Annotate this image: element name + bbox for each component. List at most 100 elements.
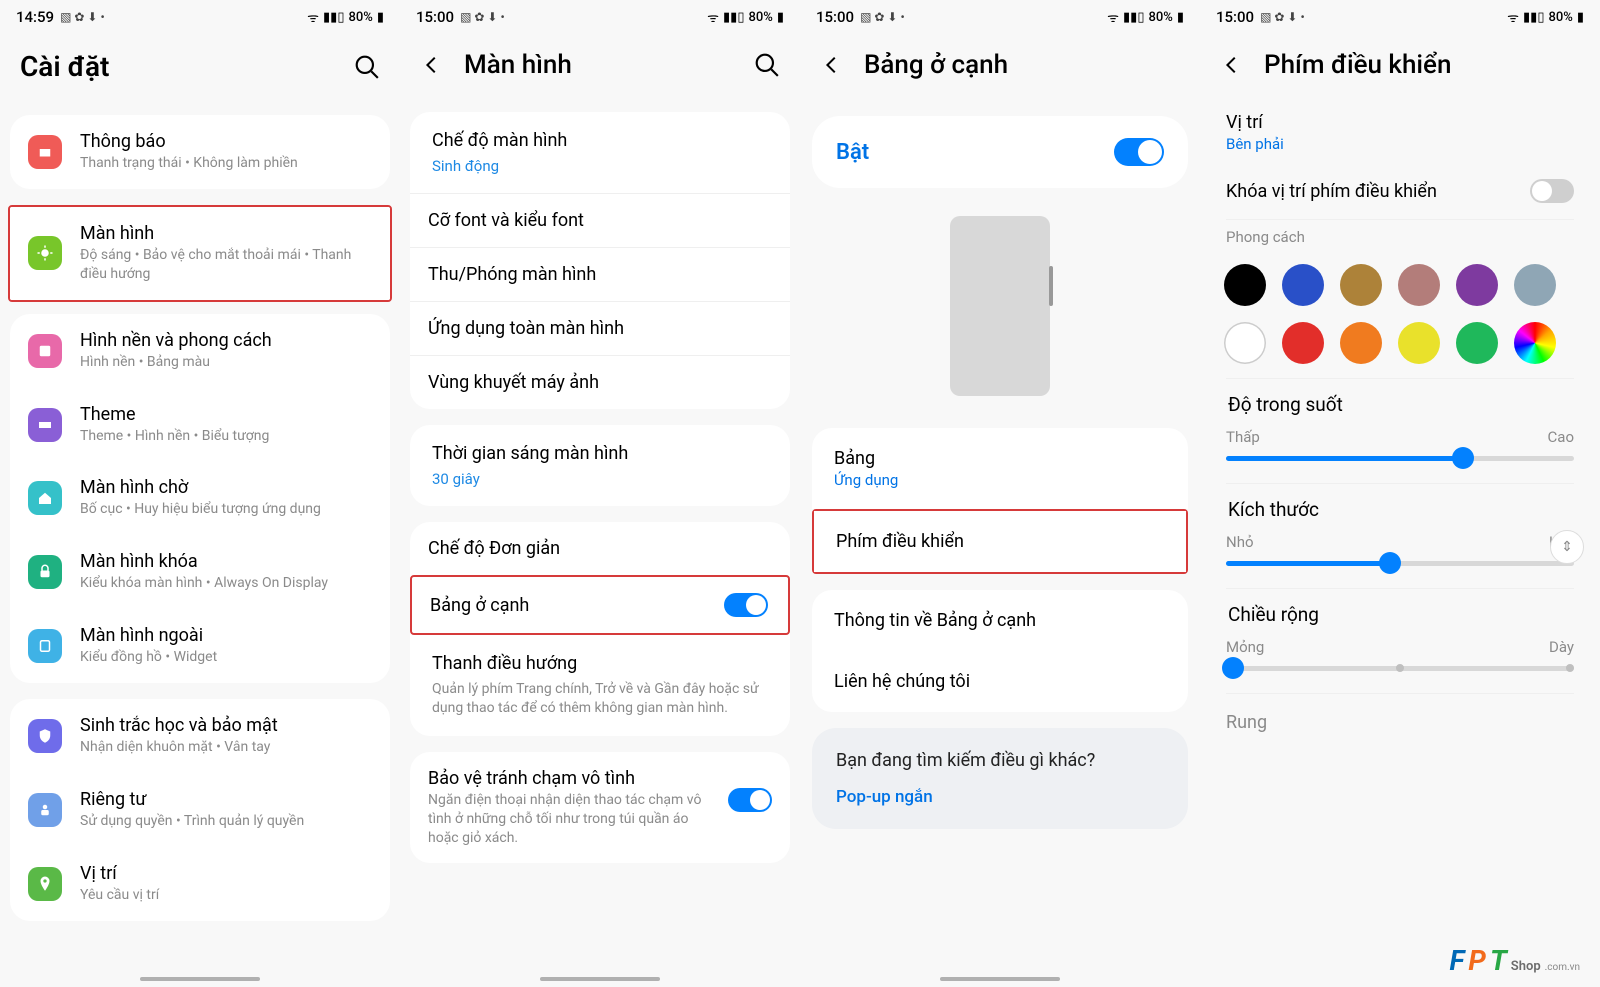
status-time: 15:00 [816, 8, 854, 26]
settings-item-notifications[interactable]: Thông báo Thanh trạng thái • Không làm p… [10, 115, 390, 189]
search-icon[interactable] [354, 54, 380, 80]
display-zoom-row[interactable]: Thu/Phóng màn hình [410, 248, 790, 301]
item-sub: Độ sáng • Bảo vệ cho mắt thoải mái • Tha… [80, 246, 372, 284]
status-icons-left: ▧ ✿ ⬇ • [60, 10, 105, 24]
search-icon[interactable] [754, 52, 780, 78]
item-value: Sinh động [432, 157, 499, 175]
settings-item-theme[interactable]: Theme Theme • Hình nền • Biểu tượng [10, 388, 390, 462]
swatch-rose[interactable] [1398, 264, 1440, 306]
status-icons-left: ▧ ✿ ⬇ • [1260, 10, 1305, 24]
swatch-white[interactable] [1224, 322, 1266, 364]
transparency-slider[interactable] [1226, 456, 1574, 461]
brightness-icon [28, 236, 62, 270]
item-title: Ứng dụng toàn màn hình [428, 318, 624, 339]
item-title: Phím điều khiển [836, 531, 1164, 552]
display-cutout-row[interactable]: Vùng khuyết máy ảnh [410, 356, 790, 409]
privacy-icon [28, 793, 62, 827]
display-fullscreen-row[interactable]: Ứng dụng toàn màn hình [410, 302, 790, 355]
edge-about-row[interactable]: Thông tin về Bảng ở cạnh [812, 590, 1188, 651]
battery-icon: ▮ [1577, 10, 1584, 25]
label-low: Thấp [1226, 428, 1260, 446]
display-font-row[interactable]: Cỡ font và kiểu font [410, 194, 790, 247]
swatch-purple[interactable] [1456, 264, 1498, 306]
item-title: Thanh điều hướng [432, 653, 577, 674]
size-slider[interactable] [1226, 561, 1574, 566]
settings-item-display[interactable]: Màn hình Độ sáng • Bảo vệ cho mắt thoải … [10, 207, 390, 300]
swatch-olive[interactable] [1340, 264, 1382, 306]
item-sub: Theme • Hình nền • Biểu tượng [80, 427, 372, 446]
home-icon [28, 481, 62, 515]
edge-panel-cfg[interactable]: Bảng Ứng dụng [812, 428, 1188, 509]
accidental-toggle[interactable] [728, 788, 772, 812]
suggest-link[interactable]: Pop-up ngắn [836, 787, 1164, 807]
home-indicator[interactable] [540, 977, 660, 981]
color-swatches-row2 [1204, 314, 1596, 372]
item-title: Hình nền và phong cách [80, 330, 372, 351]
edgepanel-toggle[interactable] [724, 593, 768, 617]
status-bar: 15:00 ▧ ✿ ⬇ • ᯤ ▮▮▯ 80% ▮ [800, 0, 1200, 30]
item-title: Bảng [834, 448, 1166, 469]
item-title: Bảo vệ tránh chạm vô tình [428, 768, 710, 789]
handle-lock-toggle[interactable] [1530, 179, 1574, 203]
settings-item-location[interactable]: Vị trí Yêu cầu vị trí [10, 847, 390, 921]
item-value: Ứng dụng [834, 471, 1166, 489]
display-mode-row[interactable]: Chế độ màn hình Sinh động [410, 112, 790, 193]
settings-item-lockscreen[interactable]: Màn hình khóa Kiểu khóa màn hình • Alway… [10, 535, 390, 609]
highlight-handle: Phím điều khiển [812, 509, 1188, 574]
vibrate-row[interactable]: Rung [1204, 694, 1596, 741]
item-value: Bên phải [1226, 135, 1574, 153]
cover-icon [28, 629, 62, 663]
battery-pct: 80% [748, 10, 772, 25]
settings-item-biometrics[interactable]: Sinh trắc học và bảo mật Nhận diện khuôn… [10, 699, 390, 773]
display-easymode-row[interactable]: Chế độ Đơn giản [410, 522, 790, 575]
display-navbar-row[interactable]: Thanh điều hướng Quản lý phím Trang chín… [410, 635, 790, 736]
swatch-yellow[interactable] [1398, 322, 1440, 364]
wifi-icon: ᯤ [307, 8, 319, 26]
color-swatches-row1 [1204, 256, 1596, 314]
item-sub: Quản lý phím Trang chính, Trở về và Gần … [432, 680, 768, 718]
settings-item-wallpaper[interactable]: Hình nền và phong cách Hình nền • Bảng m… [10, 314, 390, 388]
signal-icon: ▮▮▯ [1123, 10, 1144, 25]
screen-handle: 15:00 ▧ ✿ ⬇ • ᯤ ▮▮▯ 80% ▮ Phím điều khiể… [1200, 0, 1600, 987]
item-sub: Kiểu khóa màn hình • Always On Display [80, 574, 372, 593]
settings-item-cover-screen[interactable]: Màn hình ngoài Kiểu đồng hồ • Widget [10, 609, 390, 683]
status-bar: 14:59 ▧ ✿ ⬇ • ᯤ ▮▮▯ 80% ▮ [0, 0, 400, 30]
swatch-blue[interactable] [1282, 264, 1324, 306]
battery-icon: ▮ [777, 10, 784, 25]
home-indicator[interactable] [940, 977, 1060, 981]
display-edgepanel-row[interactable]: Bảng ở cạnh [412, 577, 788, 633]
status-bar: 15:00 ▧ ✿ ⬇ • ᯤ ▮▮▯ 80% ▮ [1200, 0, 1600, 30]
edge-contact-row[interactable]: Liên hệ chúng tôi [812, 651, 1188, 712]
swatch-custom[interactable] [1514, 322, 1556, 364]
settings-item-home[interactable]: Màn hình chờ Bố cục • Huy hiệu biểu tượn… [10, 461, 390, 535]
wifi-icon: ᯤ [1107, 8, 1119, 26]
transparency-title: Độ trong suốt [1226, 393, 1574, 416]
swatch-slate[interactable] [1514, 264, 1556, 306]
theme-icon [28, 408, 62, 442]
back-button[interactable] [1220, 53, 1244, 77]
screen-settings: 14:59 ▧ ✿ ⬇ • ᯤ ▮▮▯ 80% ▮ Cài đặt Thông … [0, 0, 400, 987]
settings-item-privacy[interactable]: Riêng tư Sử dụng quyền • Trình quản lý q… [10, 773, 390, 847]
edge-enable-toggle[interactable] [1114, 138, 1164, 166]
swatch-black[interactable] [1224, 264, 1266, 306]
home-indicator[interactable] [140, 977, 260, 981]
swatch-red[interactable] [1282, 322, 1324, 364]
watermark: FPT Shop .com.vn [1450, 944, 1580, 977]
back-button[interactable] [820, 53, 844, 77]
page-title: Phím điều khiển [1264, 50, 1451, 80]
swatch-green[interactable] [1456, 322, 1498, 364]
swatch-orange[interactable] [1340, 322, 1382, 364]
handle-position-row[interactable]: Vị trí Bên phải [1204, 112, 1596, 163]
item-title: Vị trí [1226, 112, 1574, 133]
width-slider[interactable] [1226, 666, 1574, 671]
status-time: 15:00 [1216, 8, 1254, 26]
signal-icon: ▮▮▯ [723, 10, 744, 25]
item-sub: Kiểu đồng hồ • Widget [80, 648, 372, 667]
edge-handle-row[interactable]: Phím điều khiển [814, 511, 1186, 572]
handle-lock-row[interactable]: Khóa vị trí phím điều khiển [1204, 163, 1596, 219]
display-timeout-row[interactable]: Thời gian sáng màn hình 30 giây [410, 425, 790, 506]
display-accidental-row[interactable]: Bảo vệ tránh chạm vô tình Ngăn điện thoạ… [410, 752, 790, 864]
back-button[interactable] [420, 53, 444, 77]
edge-enable-row[interactable]: Bật [812, 116, 1188, 188]
expand-icon[interactable]: ⇕ [1550, 530, 1584, 564]
